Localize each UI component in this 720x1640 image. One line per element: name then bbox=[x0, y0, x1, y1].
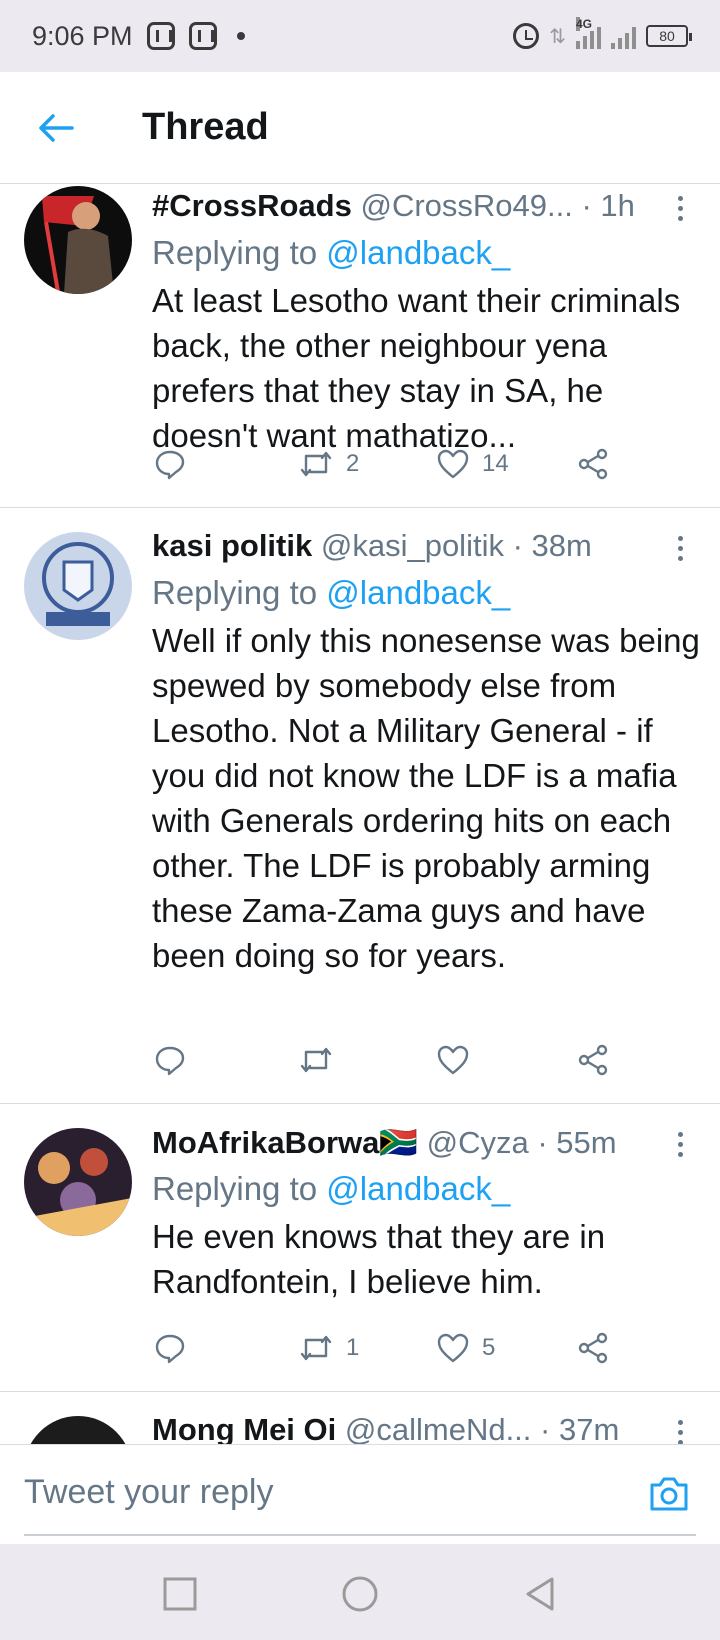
reply-input[interactable]: Tweet your reply bbox=[24, 1473, 273, 1512]
author-handle[interactable]: @kasi_politik bbox=[321, 528, 504, 563]
share-icon bbox=[578, 448, 608, 480]
tweet-header: kasi politik @kasi_politik · 38m bbox=[152, 528, 656, 564]
circle-icon bbox=[342, 1576, 378, 1612]
back-arrow-icon bbox=[39, 113, 74, 142]
share-button[interactable] bbox=[576, 1040, 610, 1080]
replying-to: Replying to @landback_ bbox=[152, 234, 510, 272]
tweet[interactable]: Mong Mei Oi @callmeNd... · 37m bbox=[0, 1392, 720, 1444]
avatar[interactable] bbox=[24, 532, 132, 640]
share-button[interactable] bbox=[576, 1328, 610, 1368]
tweet-time: · 37m bbox=[540, 1412, 620, 1444]
retweet-button[interactable]: 1 bbox=[298, 1328, 359, 1368]
replying-label: Replying to bbox=[152, 574, 318, 611]
reply-button[interactable] bbox=[154, 1040, 186, 1080]
reply-icon bbox=[155, 1334, 185, 1364]
signal-icon: 4G bbox=[576, 17, 601, 49]
tweet[interactable]: kasi politik @kasi_politik · 38m Replyin… bbox=[0, 508, 720, 1104]
system-nav-bar bbox=[0, 1544, 720, 1640]
retweet-icon bbox=[300, 451, 332, 477]
status-time: 9:06 PM bbox=[32, 20, 133, 51]
signal-icon bbox=[611, 23, 636, 49]
avatar[interactable] bbox=[24, 186, 132, 294]
battery-icon: 80 bbox=[646, 25, 692, 47]
tweet-header: MoAfrikaBorwa🇿🇦 @Cyza · 55m bbox=[152, 1124, 656, 1161]
alarm-icon bbox=[513, 23, 540, 49]
retweet-icon bbox=[300, 1335, 332, 1361]
recent-apps-button[interactable] bbox=[160, 1574, 200, 1614]
tweet[interactable]: MoAfrikaBorwa🇿🇦 @Cyza · 55m Replying to … bbox=[0, 1104, 720, 1392]
more-options-button[interactable] bbox=[670, 528, 690, 568]
author-name[interactable]: #CrossRoads bbox=[152, 188, 352, 223]
heart-icon bbox=[437, 1333, 469, 1363]
replying-handle[interactable]: @landback_ bbox=[326, 1170, 510, 1207]
author-name[interactable]: kasi politik bbox=[152, 528, 312, 563]
share-icon bbox=[578, 1044, 608, 1076]
tweet-text: At least Lesotho want their criminals ba… bbox=[152, 282, 681, 454]
replying-handle[interactable]: @landback_ bbox=[326, 574, 510, 611]
tweet-actions bbox=[152, 1040, 622, 1080]
back-nav-button[interactable] bbox=[520, 1574, 560, 1614]
status-bar: 9:06 PM ⇅ 4G 80 bbox=[0, 0, 720, 72]
tweet-header: Mong Mei Oi @callmeNd... · 37m bbox=[152, 1412, 656, 1444]
tweet-text: He even knows that they are in Randfonte… bbox=[152, 1218, 606, 1300]
tweet-time: · 38m bbox=[512, 528, 592, 563]
avatar[interactable] bbox=[24, 1416, 132, 1444]
retweet-icon bbox=[300, 1047, 332, 1073]
back-button[interactable] bbox=[26, 98, 86, 158]
page-title: Thread bbox=[142, 106, 269, 148]
more-options-button[interactable] bbox=[670, 188, 690, 228]
author-name[interactable]: Mong Mei Oi bbox=[152, 1412, 336, 1444]
tweet-time: · 1h bbox=[581, 188, 635, 223]
more-options-button[interactable] bbox=[670, 1124, 690, 1164]
replying-handle[interactable]: @landback_ bbox=[326, 234, 510, 271]
retweet-count: 2 bbox=[346, 450, 360, 477]
more-notifications-icon bbox=[236, 32, 245, 40]
tweet-actions: 1 5 bbox=[152, 1328, 622, 1368]
like-button[interactable] bbox=[436, 1040, 482, 1080]
network-type: 4G bbox=[576, 17, 593, 31]
app-notification-icon bbox=[188, 22, 217, 50]
author-name[interactable]: MoAfrikaBorwa🇿🇦 bbox=[152, 1125, 418, 1160]
retweet-count: 1 bbox=[346, 1334, 360, 1361]
author-handle[interactable]: @Cyza bbox=[427, 1125, 529, 1160]
heart-icon bbox=[437, 1045, 469, 1075]
replying-to: Replying to @landback_ bbox=[152, 1170, 510, 1208]
reply-button[interactable] bbox=[154, 444, 186, 484]
top-app-bar: Thread bbox=[0, 72, 720, 184]
reply-icon bbox=[155, 1046, 185, 1076]
like-button[interactable]: 5 bbox=[436, 1328, 495, 1368]
tweet-time: · 55m bbox=[537, 1125, 617, 1160]
data-transfer-icon: ⇅ bbox=[549, 25, 566, 48]
app-notification-icon bbox=[146, 22, 175, 50]
camera-button[interactable] bbox=[646, 1471, 692, 1517]
reply-icon bbox=[155, 450, 185, 480]
share-icon bbox=[578, 1332, 608, 1364]
like-count: 5 bbox=[482, 1334, 496, 1361]
like-count: 14 bbox=[482, 450, 509, 477]
tweet-text: Well if only this nonesense was being sp… bbox=[152, 622, 700, 974]
square-icon bbox=[163, 1577, 197, 1611]
tweet-header: #CrossRoads @CrossRo49... · 1h bbox=[152, 188, 656, 224]
camera-icon bbox=[650, 1477, 688, 1511]
author-handle[interactable]: @CrossRo49... bbox=[360, 188, 572, 223]
replying-to: Replying to @landback_ bbox=[152, 574, 510, 612]
like-button[interactable]: 14 bbox=[436, 444, 509, 484]
author-handle[interactable]: @callmeNd... bbox=[345, 1412, 532, 1444]
reply-composer: Tweet your reply bbox=[0, 1444, 720, 1544]
triangle-back-icon bbox=[526, 1577, 554, 1611]
share-button[interactable] bbox=[576, 444, 610, 484]
replying-label: Replying to bbox=[152, 1170, 318, 1207]
retweet-button[interactable]: 2 bbox=[298, 444, 359, 484]
thread-feed[interactable]: #CrossRoads @CrossRo49... · 1h Replying … bbox=[0, 184, 720, 1444]
replying-label: Replying to bbox=[152, 234, 318, 271]
home-button[interactable] bbox=[340, 1574, 380, 1614]
reply-button[interactable] bbox=[154, 1328, 186, 1368]
reply-input-underline bbox=[24, 1534, 696, 1536]
tweet[interactable]: #CrossRoads @CrossRo49... · 1h Replying … bbox=[0, 184, 720, 508]
avatar[interactable] bbox=[24, 1128, 132, 1236]
retweet-button[interactable] bbox=[298, 1040, 346, 1080]
more-options-button[interactable] bbox=[670, 1412, 690, 1444]
heart-icon bbox=[437, 449, 469, 479]
tweet-actions: 2 14 bbox=[152, 444, 622, 484]
